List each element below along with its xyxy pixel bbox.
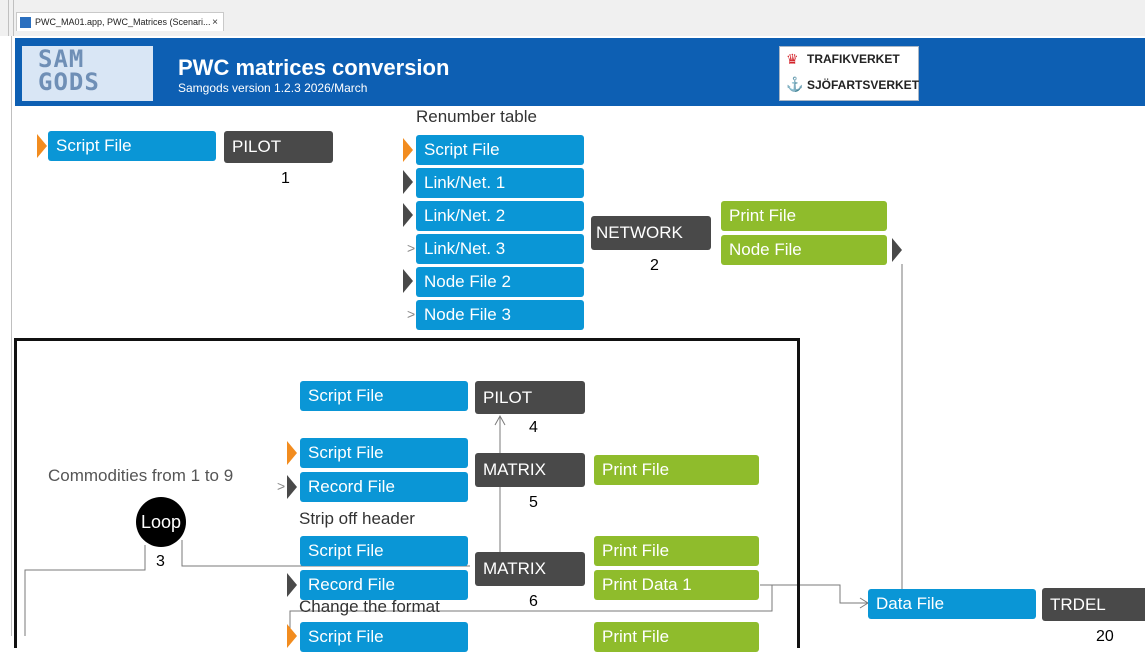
step2-link-net-3-button[interactable]: Link/Net. 3 (416, 234, 584, 264)
step6-matrix-program[interactable]: MATRIX (475, 552, 585, 586)
step2-node-file-3-button[interactable]: Node File 3 (416, 300, 584, 330)
input-arrow-icon (403, 269, 413, 293)
box-label: Link/Net. 3 (424, 239, 506, 258)
step2-link-net-2-button[interactable]: Link/Net. 2 (416, 201, 584, 231)
step5-record-file-button[interactable]: Record File (300, 472, 468, 502)
box-label: Record File (308, 477, 395, 496)
loop-node[interactable]: Loop (136, 497, 186, 547)
step20-trdel-program[interactable]: TRDEL (1042, 588, 1145, 621)
step7-print-file-output[interactable]: Print File (594, 622, 759, 652)
box-label: TRDEL (1050, 594, 1106, 614)
input-caret-icon: > (407, 306, 416, 322)
step6-number: 6 (529, 593, 538, 610)
input-arrow-icon (37, 134, 47, 158)
step2-caption: Renumber table (416, 107, 537, 126)
box-label: Script File (308, 627, 384, 646)
box-label: Script File (308, 386, 384, 405)
input-arrow-icon (287, 441, 297, 465)
step5-matrix-program[interactable]: MATRIX (475, 453, 585, 487)
box-label: Data File (876, 594, 945, 613)
step2-link-net-1-button[interactable]: Link/Net. 1 (416, 168, 584, 198)
box-label: Record File (308, 575, 395, 594)
step5-print-file-output[interactable]: Print File (594, 455, 759, 485)
step20-data-file-button[interactable]: Data File (868, 589, 1036, 619)
step5-script-file-button[interactable]: Script File (300, 438, 468, 468)
box-label: NETWORK (596, 223, 683, 242)
step2-network-program[interactable]: NETWORK (591, 216, 711, 250)
box-label: Print Data 1 (602, 575, 692, 594)
step5-number: 5 (529, 494, 538, 511)
step6-print-data-1-output[interactable]: Print Data 1 (594, 570, 759, 600)
step6-print-file-output[interactable]: Print File (594, 536, 759, 566)
input-arrow-icon (403, 138, 413, 162)
box-label: Link/Net. 1 (424, 173, 506, 192)
box-label: Print File (729, 206, 797, 225)
box-label: Node File (729, 240, 802, 259)
step2-number: 2 (650, 257, 659, 274)
input-arrow-icon (403, 203, 413, 227)
step7-caption: Change the format (299, 597, 440, 616)
input-arrow-icon (403, 170, 413, 194)
box-label: Script File (424, 140, 500, 159)
input-arrow-icon (287, 475, 297, 499)
box-label: Print File (602, 541, 670, 560)
input-caret-icon: > (277, 478, 286, 494)
box-label: Script File (308, 443, 384, 462)
box-label: MATRIX (483, 559, 546, 578)
box-label: Print File (602, 460, 670, 479)
step7-script-file-button[interactable]: Script File (300, 622, 468, 652)
step6-script-file-button[interactable]: Script File (300, 536, 468, 566)
step6-record-file-button[interactable]: Record File (300, 570, 468, 600)
step2-node-file-2-button[interactable]: Node File 2 (416, 267, 584, 297)
output-arrow-icon (892, 238, 902, 262)
box-label: Node File 3 (424, 305, 511, 324)
box-label: Node File 2 (424, 272, 511, 291)
step6-caption: Strip off header (299, 509, 415, 528)
box-label: Script File (308, 541, 384, 560)
box-label: PILOT (483, 387, 533, 407)
step20-number: 20 (1096, 628, 1114, 645)
step4-number: 4 (529, 419, 538, 436)
box-label: PILOT (232, 137, 282, 156)
loop-caption: Commodities from 1 to 9 (48, 466, 234, 485)
box-label: Print File (602, 627, 670, 646)
box-label: MATRIX (483, 460, 546, 479)
step4-script-file-button[interactable]: Script File (300, 381, 468, 411)
step1-pilot-program[interactable]: PILOT (224, 131, 333, 163)
step2-print-file-output[interactable]: Print File (721, 201, 887, 231)
box-label: Script File (56, 136, 132, 155)
step2-node-file-output[interactable]: Node File (721, 235, 887, 265)
input-caret-icon: > (407, 240, 416, 256)
box-label: Link/Net. 2 (424, 206, 506, 225)
loop-label: Loop (140, 511, 182, 532)
input-arrow-icon (287, 624, 297, 648)
step2-script-file-button[interactable]: Script File (416, 135, 584, 165)
input-arrow-icon (287, 573, 297, 597)
step1-script-file-button[interactable]: Script File (48, 131, 216, 161)
step1-number: 1 (281, 170, 290, 187)
step4-pilot-program[interactable]: PILOT (475, 381, 585, 414)
loop-number: 3 (156, 553, 165, 570)
